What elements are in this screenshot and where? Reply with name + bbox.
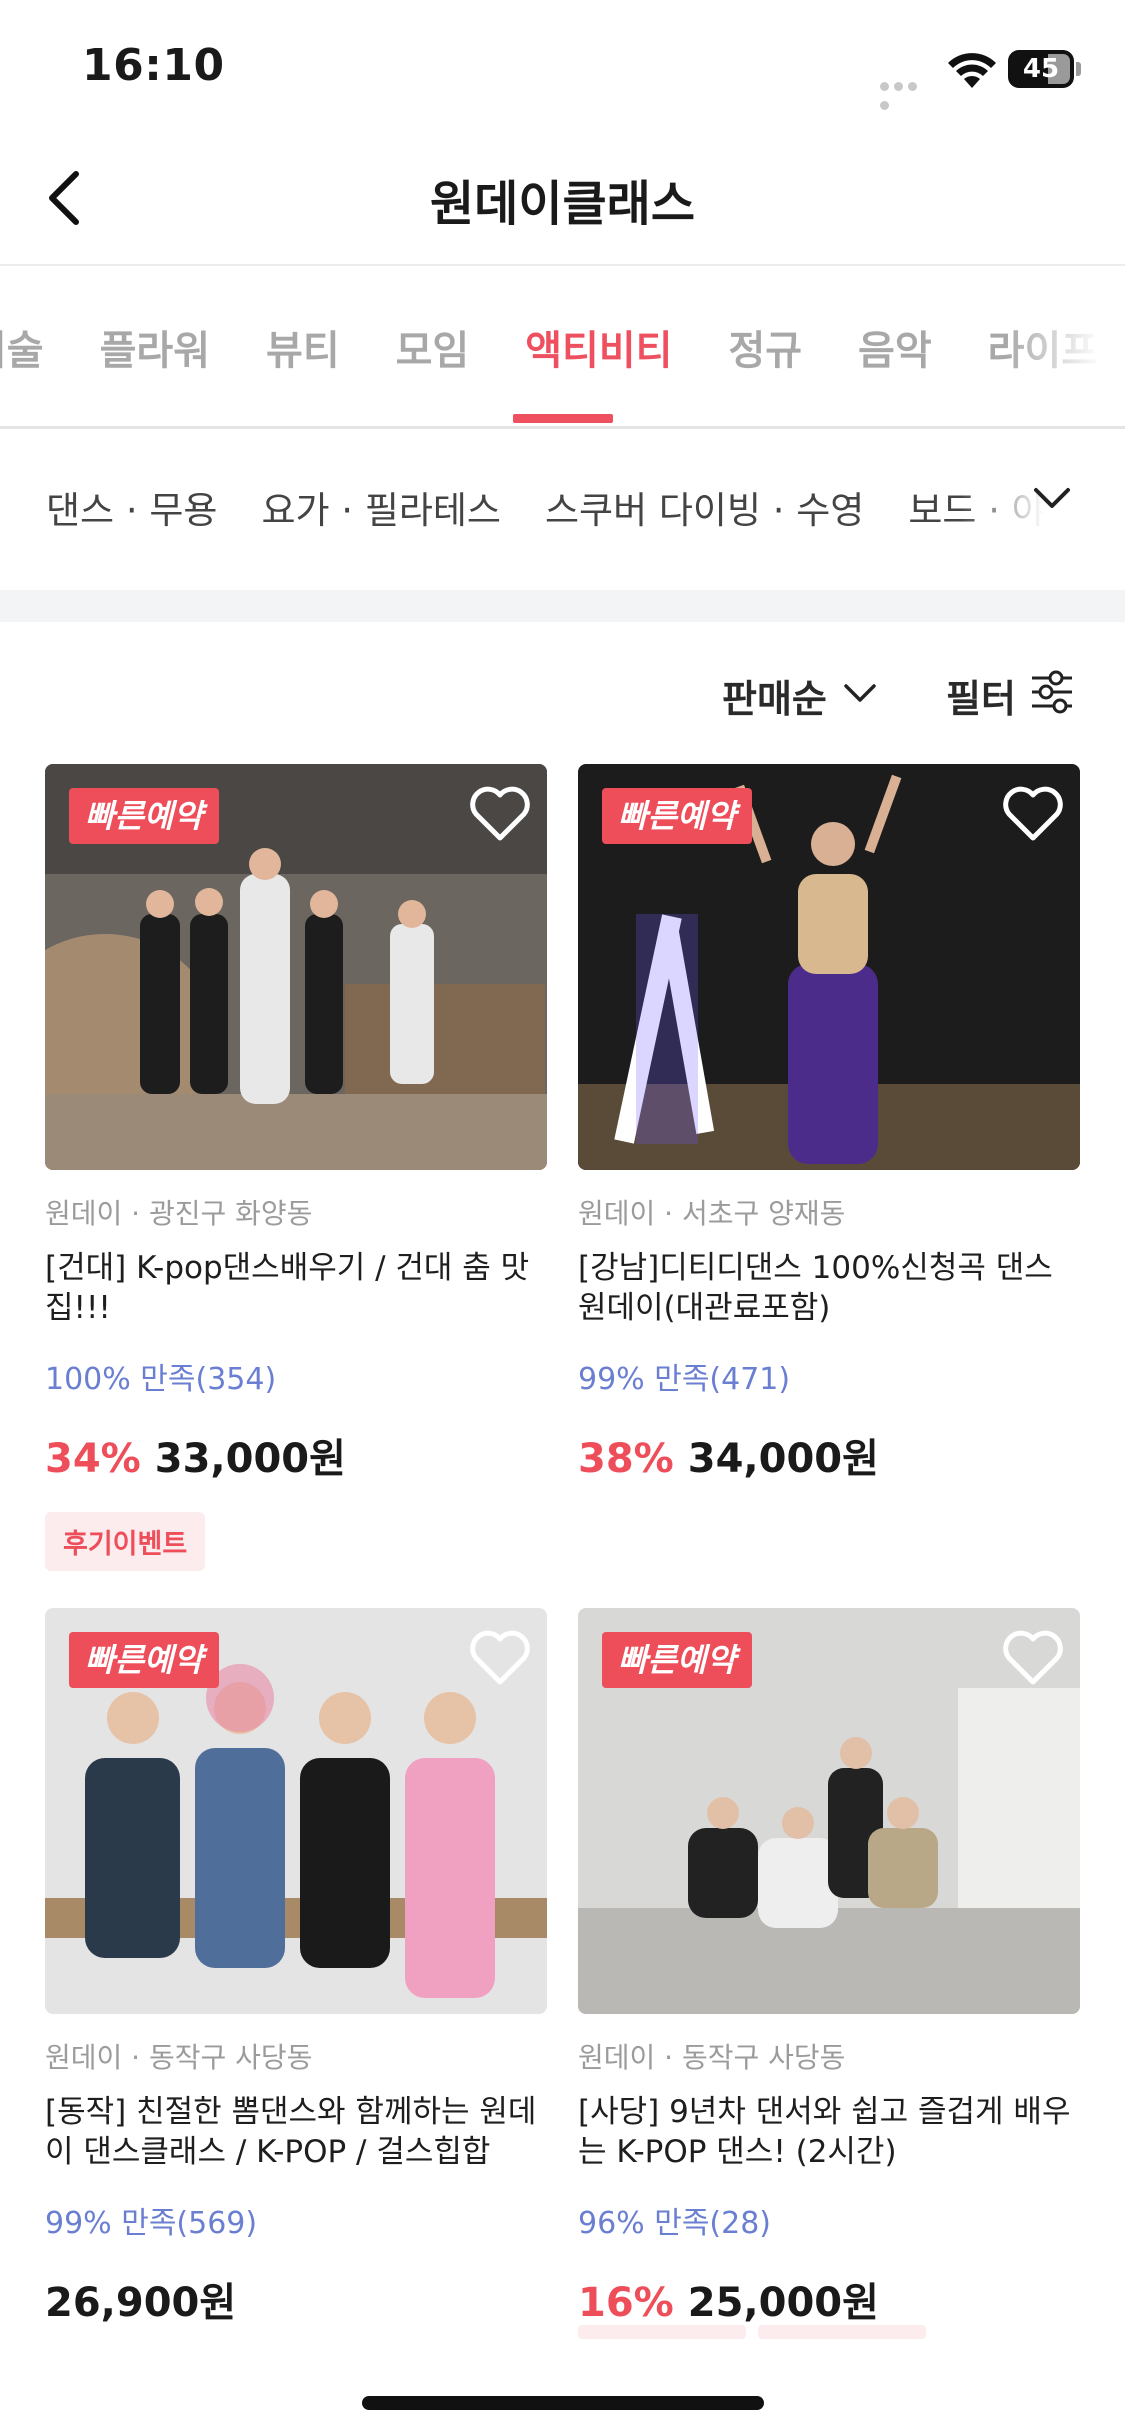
category-tab[interactable]: 정규 xyxy=(728,318,802,376)
quick-booking-badge: 빠른예약 xyxy=(602,788,752,844)
price: 25,000원 xyxy=(687,2280,879,2326)
heart-icon[interactable] xyxy=(1002,1630,1064,1686)
product-location: 원데이 · 서초구 양재동 xyxy=(578,1197,846,1230)
subcategory-chip[interactable]: 요가 · 필라테스 xyxy=(261,489,501,532)
product-rating: 96% 만족(28) xyxy=(578,2206,771,2241)
section-divider xyxy=(0,590,1125,622)
category-tab[interactable]: 뷰티 xyxy=(266,318,340,376)
subcategory-chip[interactable]: 스쿠버 다이빙 · 수영 xyxy=(545,489,864,532)
filter-button[interactable]: 필터 xyxy=(946,668,1016,723)
category-tab[interactable]: 음악 xyxy=(858,318,932,376)
heart-icon[interactable] xyxy=(469,1630,531,1686)
sort-chevron-down-icon[interactable] xyxy=(842,680,878,706)
product-thumbnail[interactable]: 빠른예약 xyxy=(578,1608,1080,2014)
product-card[interactable]: 빠른예약 원데이 · 광진구 화양동 [건대] K-pop댄스배우기 / 건대 … xyxy=(45,764,547,1571)
product-card[interactable]: 빠른예약 원데이 · 동작구 사당동 [사당] 9년차 댄서와 쉽고 즐겁게 배… xyxy=(578,1608,1080,2328)
battery-level: 45 xyxy=(1022,54,1060,84)
cellular-signal-icon xyxy=(880,76,934,110)
page-title: 원데이클래스 xyxy=(430,176,695,232)
status-bar: 16:10 45 xyxy=(0,0,1125,140)
subcategory-bar: 댄스 · 무용요가 · 필라테스스쿠버 다이빙 · 수영보드 · 야외 xyxy=(0,428,1125,590)
category-tab[interactable]: 액티비티 xyxy=(525,318,672,376)
product-card[interactable]: 빠른예약 원데이 · 동작구 사당동 [동작] 친절한 뽐댄스와 함께하는 원데… xyxy=(45,1608,547,2328)
price-row: 16% 25,000원 xyxy=(578,2270,1080,2328)
quick-booking-badge: 빠른예약 xyxy=(602,1632,752,1688)
active-tab-indicator xyxy=(513,414,613,423)
event-tag: 후기이벤트 xyxy=(45,1512,206,1571)
filter-sliders-icon[interactable] xyxy=(1030,668,1074,716)
heart-icon[interactable] xyxy=(469,786,531,842)
quick-booking-badge: 빠른예약 xyxy=(69,788,219,844)
category-tab[interactable]: 미술 xyxy=(0,318,44,376)
price-row: 34% 33,000원 xyxy=(45,1426,547,1484)
product-card[interactable]: 빠른예약 원데이 · 서초구 양재동 [강남]디티디댄스 100%신청곡 댄스원… xyxy=(578,764,1080,1484)
product-title[interactable]: [동작] 친절한 뽐댄스와 함께하는 원데이 댄스클래스 / K-POP / 걸… xyxy=(45,2092,547,2172)
wifi-icon xyxy=(948,53,996,88)
nav-bar: 원데이클래스 xyxy=(0,140,1125,266)
product-location: 원데이 · 동작구 사당동 xyxy=(45,2041,313,2074)
product-title[interactable]: [강남]디티디댄스 100%신청곡 댄스원데이(대관료포함) xyxy=(578,1248,1080,1328)
product-location: 원데이 · 광진구 화양동 xyxy=(45,1197,313,1230)
category-tab[interactable]: 플라워 xyxy=(100,318,210,376)
expand-subcategories-chevron-icon[interactable] xyxy=(1032,484,1072,512)
product-location: 원데이 · 동작구 사당동 xyxy=(578,2041,846,2074)
price-row: 26,900원 xyxy=(45,2270,547,2328)
product-thumbnail[interactable]: 빠른예약 xyxy=(45,764,547,1170)
quick-booking-badge: 빠른예약 xyxy=(69,1632,219,1688)
price: 26,900원 xyxy=(45,2280,237,2326)
status-time: 16:10 xyxy=(82,40,225,91)
discount-rate: 16% xyxy=(578,2280,674,2326)
battery-icon: 45 xyxy=(1008,50,1074,88)
product-thumbnail[interactable]: 빠른예약 xyxy=(45,1608,547,2014)
price: 33,000원 xyxy=(154,1436,346,1482)
discount-rate: 38% xyxy=(578,1436,674,1482)
product-rating: 99% 만족(471) xyxy=(578,1362,791,1397)
subcategory-chip[interactable]: 댄스 · 무용 xyxy=(46,489,217,532)
product-title[interactable]: [사당] 9년차 댄서와 쉽고 즐겁게 배우는 K-POP 댄스! (2시간) xyxy=(578,2092,1080,2172)
product-thumbnail[interactable]: 빠른예약 xyxy=(578,764,1080,1170)
product-title[interactable]: [건대] K-pop댄스배우기 / 건대 춤 맛집!!! xyxy=(45,1248,547,1328)
heart-icon[interactable] xyxy=(1002,786,1064,842)
price: 34,000원 xyxy=(687,1436,879,1482)
price-row: 38% 34,000원 xyxy=(578,1426,1080,1484)
category-tab[interactable]: 모임 xyxy=(396,318,470,376)
product-rating: 100% 만족(354) xyxy=(45,1362,277,1397)
category-tabs: 미술플라워뷰티모임액티비티정규음악라이프스타일 xyxy=(0,266,1125,429)
sort-button[interactable]: 판매순 xyxy=(722,668,827,723)
partially-visible-tags xyxy=(578,2324,938,2343)
home-indicator[interactable] xyxy=(362,2396,764,2410)
discount-rate: 34% xyxy=(45,1436,141,1482)
product-rating: 99% 만족(569) xyxy=(45,2206,258,2241)
